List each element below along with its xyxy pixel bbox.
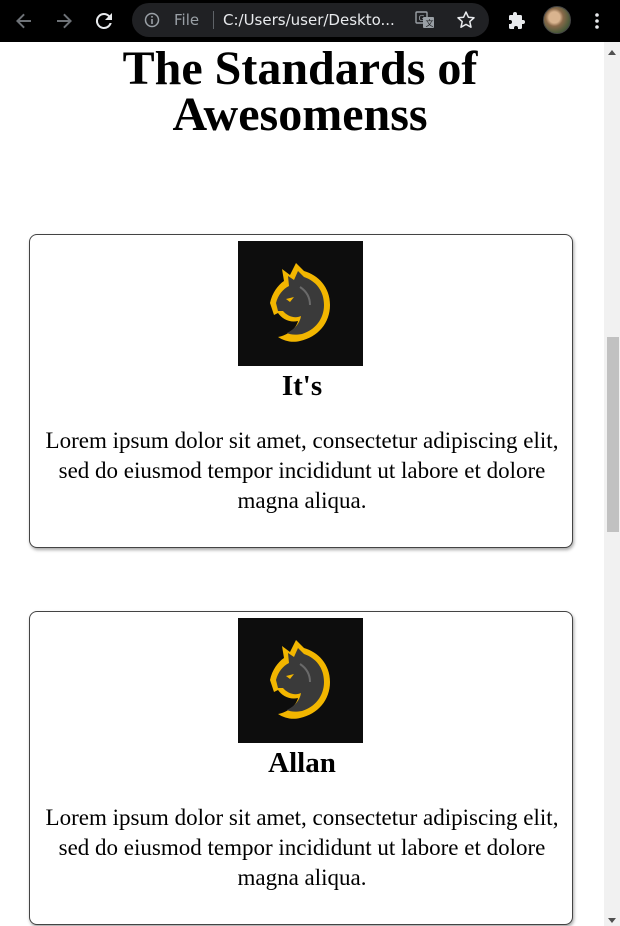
- info-icon[interactable]: [144, 12, 160, 28]
- wolf-logo-icon: [238, 241, 363, 366]
- profile-avatar[interactable]: [543, 6, 571, 34]
- page-title: The Standards of Awesomenss: [0, 42, 600, 141]
- wolf-logo-icon: [238, 618, 363, 743]
- bookmark-star-icon[interactable]: [456, 10, 476, 30]
- profile-card: Allan Lorem ipsum dolor sit amet, consec…: [29, 611, 573, 925]
- page-title-line2: Awesomenss: [172, 88, 428, 141]
- profile-card: It's Lorem ipsum dolor sit amet, consect…: [29, 234, 573, 548]
- scrollbar-thumb[interactable]: [607, 337, 619, 532]
- more-vert-icon[interactable]: [581, 5, 613, 37]
- page-content: The Standards of Awesomenss It's Lorem i…: [0, 42, 604, 926]
- forward-arrow-icon[interactable]: [48, 5, 80, 37]
- card-description: Lorem ipsum dolor sit amet, consectetur …: [45, 805, 559, 890]
- card-name: Allan: [268, 747, 336, 779]
- extensions-puzzle-icon[interactable]: [501, 5, 533, 37]
- card-name: It's: [281, 370, 323, 402]
- scroll-up-arrow-icon[interactable]: [608, 50, 616, 55]
- scroll-down-arrow-icon[interactable]: [608, 918, 616, 923]
- address-bar[interactable]: File C:/Users/user/Deskto... G 文: [132, 3, 489, 37]
- back-arrow-icon[interactable]: [8, 5, 40, 37]
- card-description: Lorem ipsum dolor sit amet, consectetur …: [45, 428, 559, 513]
- vertical-scrollbar[interactable]: [604, 42, 620, 926]
- scheme-label: File: [174, 11, 200, 29]
- translate-icon[interactable]: G 文: [415, 11, 435, 29]
- omnibox-separator: [213, 11, 214, 29]
- browser-toolbar: File C:/Users/user/Deskto... G 文: [0, 0, 620, 42]
- reload-icon[interactable]: [88, 5, 120, 37]
- url-text[interactable]: C:/Users/user/Deskto...: [223, 11, 438, 29]
- svg-text:文: 文: [426, 18, 434, 28]
